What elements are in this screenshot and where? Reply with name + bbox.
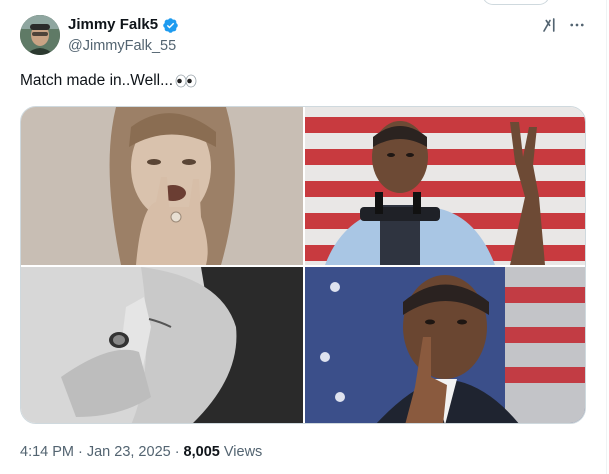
- meta-separator: ·: [174, 444, 180, 460]
- divider: [606, 0, 607, 474]
- media-photo-2[interactable]: [305, 107, 585, 265]
- tweet-meta: 4:14 PM · Jan 23, 2025 · 8,005 Views: [20, 442, 262, 462]
- tweet-date[interactable]: Jan 23, 2025: [87, 442, 171, 462]
- author-handle[interactable]: @JimmyFalk_55: [68, 36, 176, 56]
- tweet-text-content: Match made in..Well...: [20, 72, 174, 89]
- tweet-card[interactable]: Jimmy Falk5 @JimmyFalk_55 Match made in.…: [0, 0, 609, 474]
- media-grid[interactable]: [20, 106, 586, 424]
- tweet-time[interactable]: 4:14 PM: [20, 442, 74, 462]
- views-count: 8,005: [183, 444, 220, 460]
- verified-badge-icon[interactable]: [162, 17, 179, 34]
- media-photo-1[interactable]: [21, 107, 303, 265]
- views-count-group[interactable]: 8,005 Views: [184, 442, 263, 462]
- grok-icon[interactable]: [541, 16, 559, 34]
- media-photo-4[interactable]: [305, 267, 585, 423]
- meta-separator: ·: [78, 444, 83, 460]
- author-display-name[interactable]: Jimmy Falk5: [68, 15, 158, 35]
- author-name-row[interactable]: Jimmy Falk5: [68, 15, 179, 35]
- avatar-image: [20, 15, 60, 55]
- tweet-text: Match made in..Well...: [20, 70, 197, 92]
- more-icon[interactable]: [568, 16, 586, 34]
- top-edge-button: [482, 0, 550, 5]
- avatar[interactable]: [20, 15, 60, 55]
- eyes-emoji-icon: [175, 74, 197, 88]
- views-label: Views: [223, 444, 263, 460]
- media-photo-3[interactable]: [21, 267, 303, 423]
